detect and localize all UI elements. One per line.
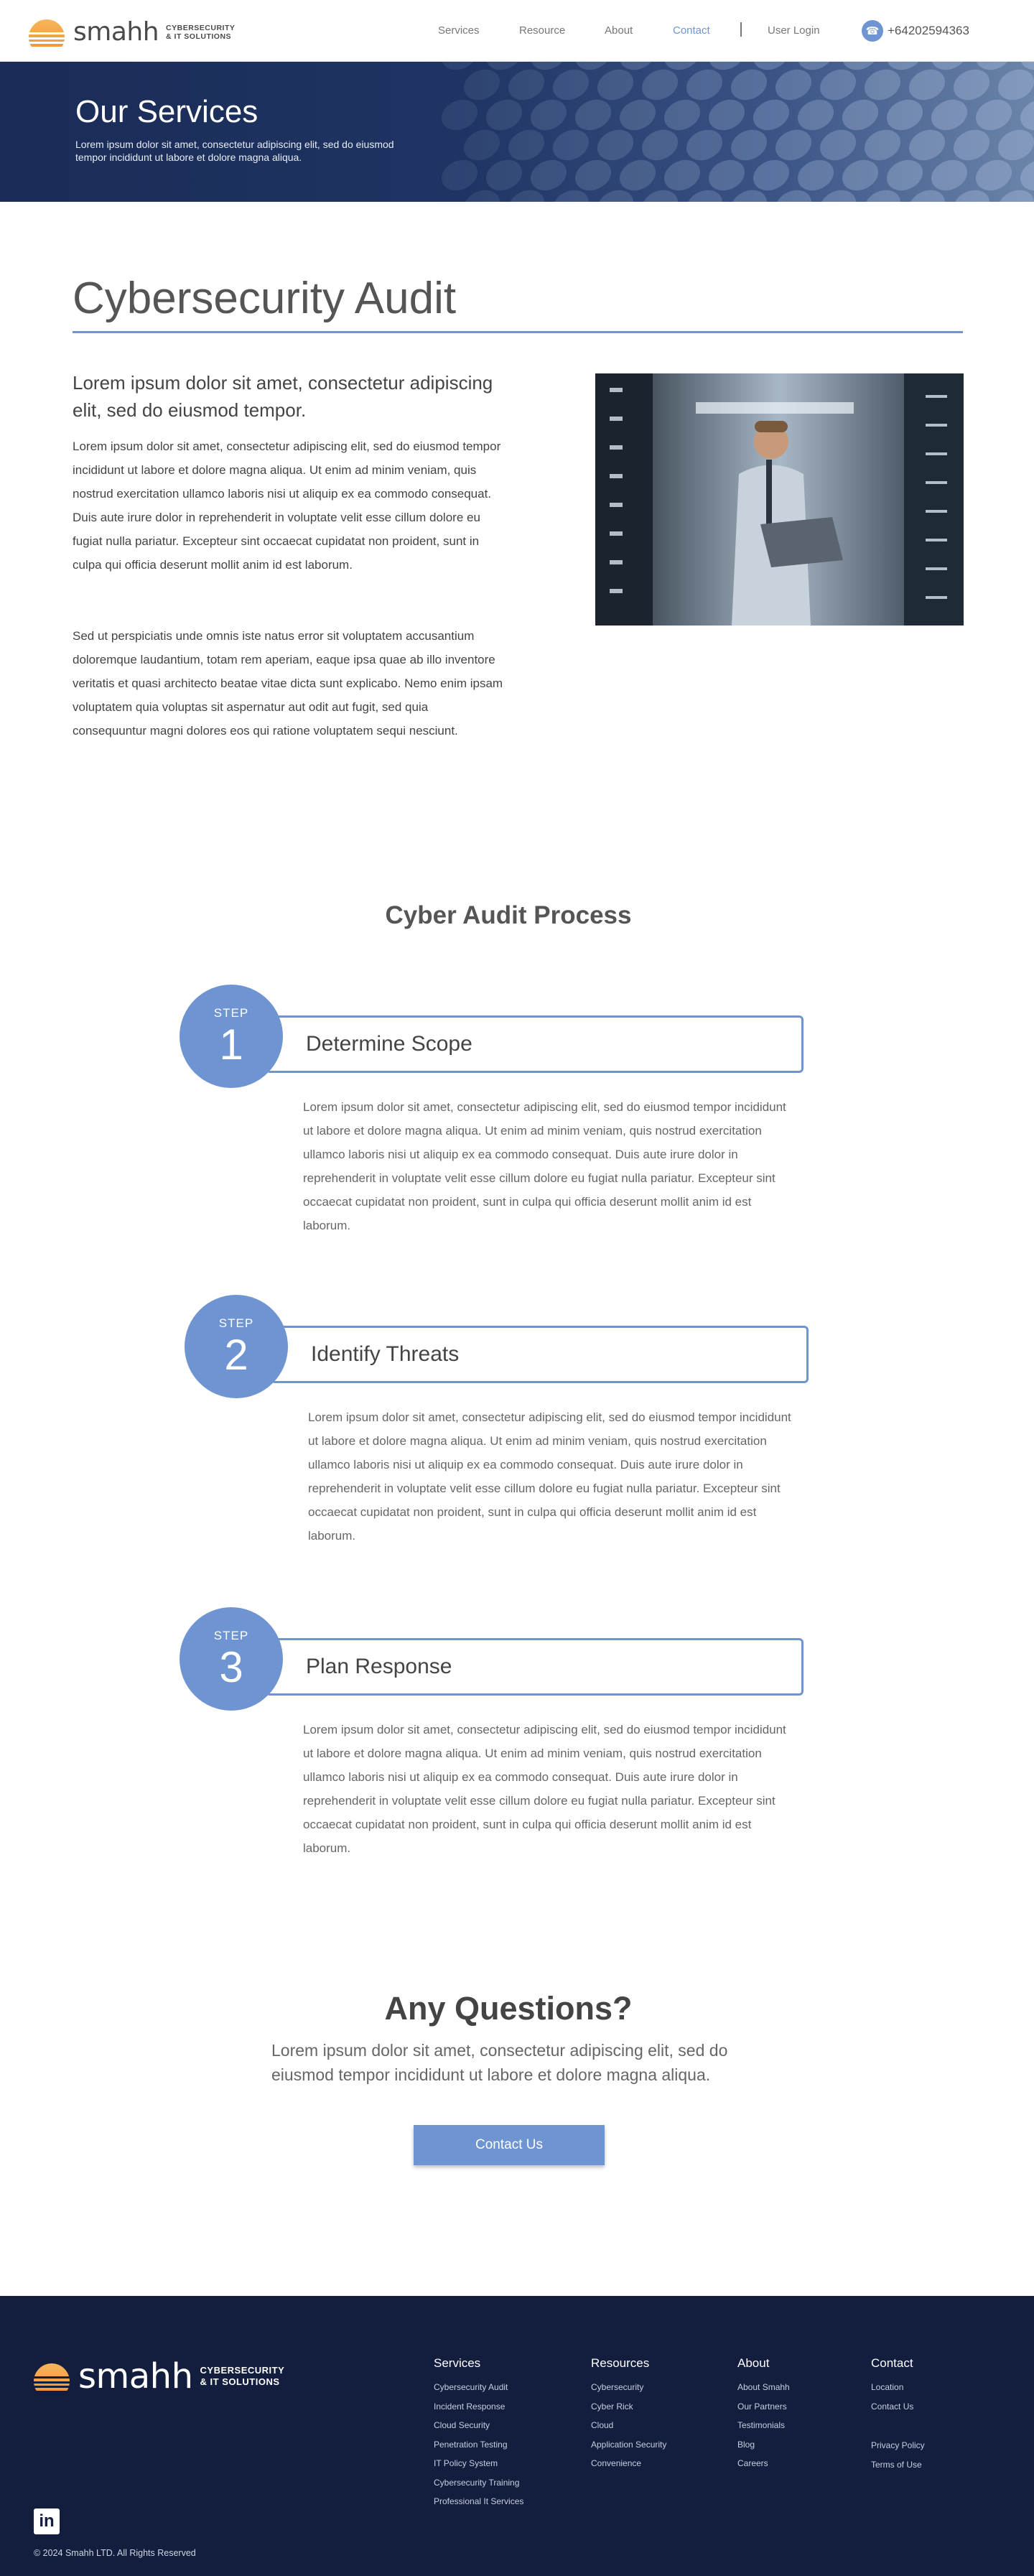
nav-link-contact[interactable]: Contact (673, 24, 710, 37)
footer-link[interactable]: Careers (737, 2454, 790, 2473)
audit-lead: Lorem ipsum dolor sit amet, consectetur … (73, 372, 493, 421)
footer-heading: Resources (591, 2356, 650, 2370)
audit-paragraph-2: Sed ut perspiciatis unde omnis iste natu… (73, 629, 503, 738)
footer-link[interactable]: Our Partners (737, 2397, 790, 2417)
footer-col-resources: Resources Cybersecurity Cyber Rick Cloud… (591, 2356, 666, 2473)
footer-link[interactable]: Application Security (591, 2435, 666, 2455)
footer-logo[interactable]: smahh CYBERSECURITY & IT SOLUTIONS (34, 2356, 284, 2396)
footer-link[interactable]: Cyber Rick (591, 2397, 666, 2417)
hero-banner: Our Services Lorem ipsum dolor sit amet,… (0, 62, 1034, 202)
footer-link[interactable]: Terms of Use (871, 2455, 925, 2475)
step-3-name: Plan Response (306, 1655, 452, 1678)
step-1-text: Lorem ipsum dolor sit amet, consectetur … (303, 1100, 786, 1232)
user-login-link[interactable]: User Login (768, 24, 820, 37)
nav-link-services[interactable]: Services (438, 24, 480, 37)
server-room-photo (595, 373, 964, 626)
copyright: © 2024 Smahh LTD. All Rights Reserved (34, 2548, 196, 2558)
nav-links: Services Resource About Contact User Log… (0, 0, 1034, 62)
footer-heading: About (737, 2356, 770, 2370)
step-2-badge: STEP 2 (185, 1295, 288, 1398)
step-2-name: Identify Threats (311, 1342, 460, 1366)
title-underline (73, 331, 963, 333)
step-1-name: Determine Scope (306, 1032, 472, 1056)
contact-us-button[interactable]: Contact Us (414, 2125, 605, 2165)
nav-divider (740, 22, 742, 37)
footer-link[interactable]: Location (871, 2378, 925, 2397)
sun-logo-icon (34, 2362, 70, 2391)
audit-paragraph-1: Lorem ipsum dolor sit amet, consectetur … (73, 440, 501, 572)
hero-title: Our Services (75, 94, 258, 129)
hero-background-pattern (441, 62, 1034, 202)
footer-link[interactable]: Privacy Policy (871, 2436, 925, 2455)
footer-link[interactable]: IT Policy System (434, 2454, 523, 2473)
hero-subtitle: Lorem ipsum dolor sit amet, consectetur … (75, 139, 394, 163)
footer-link[interactable]: Incident Response (434, 2397, 523, 2417)
footer-link[interactable]: Penetration Testing (434, 2435, 523, 2455)
audit-title: Cybersecurity Audit (73, 274, 457, 323)
nav-link-resource[interactable]: Resource (519, 24, 565, 37)
footer-link[interactable]: Cloud Security (434, 2416, 523, 2435)
questions-title: Any Questions? (384, 1990, 633, 2027)
step-3-badge: STEP 3 (180, 1607, 283, 1711)
phone-icon: ☎ (862, 20, 883, 42)
footer-col-contact: Contact Location Contact Us Privacy Poli… (871, 2356, 925, 2474)
phone-link[interactable]: ☎ +64202594363 (862, 20, 969, 42)
footer-col-about: About About Smahh Our Partners Testimoni… (737, 2356, 790, 2473)
step-1-badge: STEP 1 (180, 985, 283, 1088)
footer-link[interactable]: Contact Us (871, 2397, 925, 2417)
footer-heading: Contact (871, 2356, 913, 2370)
linkedin-icon[interactable]: in (34, 2508, 60, 2534)
footer-brand-tagline: CYBERSECURITY & IT SOLUTIONS (200, 2365, 285, 2387)
phone-number: +64202594363 (888, 24, 969, 37)
step-2-text: Lorem ipsum dolor sit amet, consectetur … (308, 1410, 791, 1543)
footer-link[interactable]: Testimonials (737, 2416, 790, 2435)
footer-link[interactable]: Cybersecurity Audit (434, 2378, 523, 2397)
footer-link[interactable]: About Smahh (737, 2378, 790, 2397)
nav-link-about[interactable]: About (605, 24, 633, 37)
step-3-text: Lorem ipsum dolor sit amet, consectetur … (303, 1723, 786, 1855)
footer-link[interactable]: Cybersecurity Training (434, 2473, 523, 2493)
footer-heading: Services (434, 2356, 481, 2370)
footer-link[interactable]: Blog (737, 2435, 790, 2455)
process-title: Cyber Audit Process (385, 901, 632, 929)
footer: smahh CYBERSECURITY & IT SOLUTIONS Servi… (0, 2296, 1034, 2576)
footer-link[interactable]: Cybersecurity (591, 2378, 666, 2397)
footer-link[interactable]: Professional It Services (434, 2492, 523, 2511)
footer-link[interactable]: Cloud (591, 2416, 666, 2435)
footer-col-services: Services Cybersecurity Audit Incident Re… (434, 2356, 523, 2511)
top-nav: smahh CYBERSECURITY & IT SOLUTIONS Servi… (0, 0, 1034, 62)
questions-text: Lorem ipsum dolor sit amet, consectetur … (271, 2041, 728, 2084)
footer-brand-name: smahh (78, 2356, 193, 2396)
footer-link[interactable]: Convenience (591, 2454, 666, 2473)
